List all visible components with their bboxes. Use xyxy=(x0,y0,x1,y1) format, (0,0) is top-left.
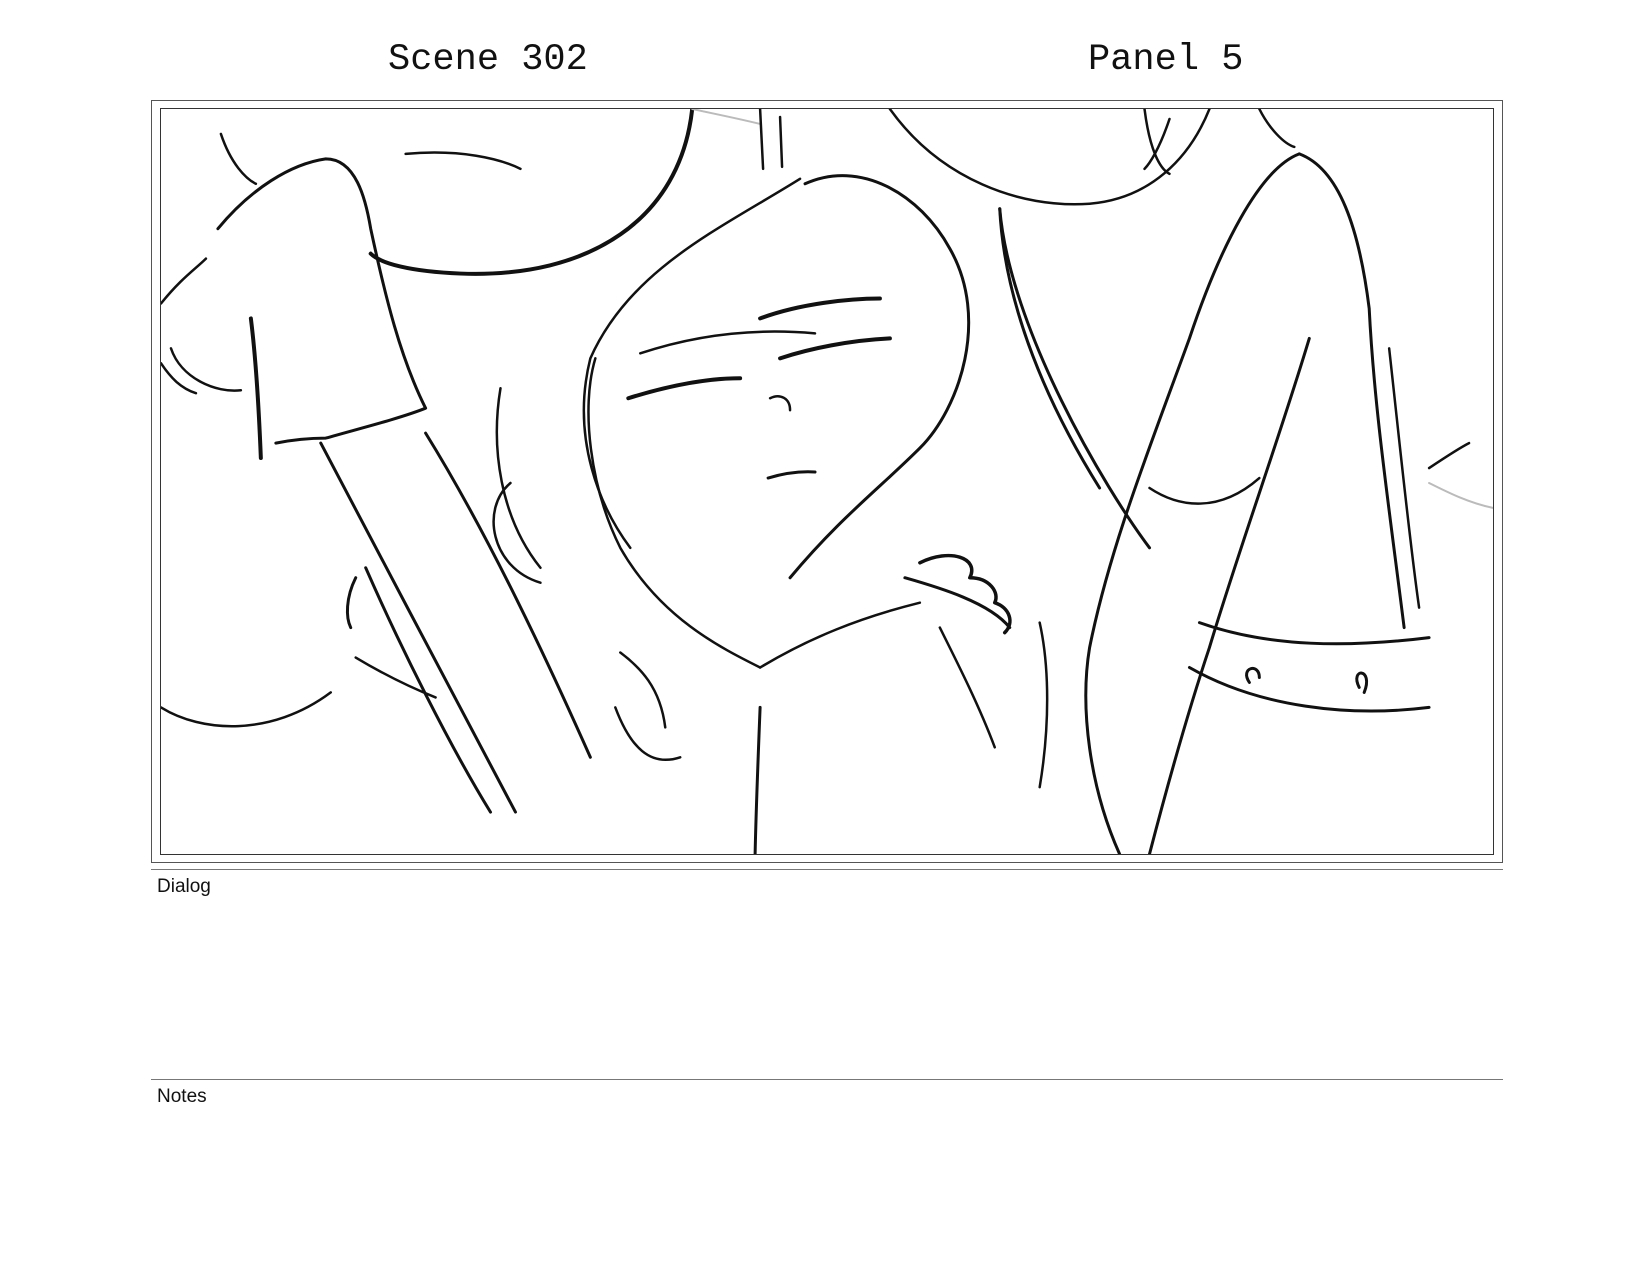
sketch-stroke xyxy=(424,431,592,759)
sketch-stroke xyxy=(1245,667,1261,684)
sketch-stroke xyxy=(169,347,243,392)
sketch-stroke xyxy=(1197,621,1431,646)
notes-label: Notes xyxy=(157,1086,207,1107)
sketch-stroke xyxy=(938,626,996,749)
sketch-stroke xyxy=(1387,347,1421,609)
sketch-stroke xyxy=(626,376,743,401)
sketch-stroke xyxy=(1148,476,1261,505)
sketch-stroke xyxy=(219,132,258,186)
sketch-stroke xyxy=(216,157,428,445)
sketch-stroke xyxy=(691,109,762,125)
sketch-stroke xyxy=(404,151,522,171)
sketch-stroke xyxy=(888,109,1211,206)
sketch-stroke xyxy=(758,601,922,669)
sketch-stroke xyxy=(758,296,882,321)
sketch-stroke xyxy=(1297,152,1406,630)
scene-title: Scene 302 xyxy=(388,39,588,81)
sketch-stroke xyxy=(1355,671,1368,694)
sketch-stroke xyxy=(619,651,667,729)
dialog-label: Dialog xyxy=(157,876,211,897)
sketch-stroke xyxy=(1428,481,1493,509)
sketch-stroke xyxy=(1427,441,1471,470)
sketch-stroke xyxy=(1187,666,1431,713)
sketch-stroke xyxy=(587,357,762,669)
sketch-stroke xyxy=(582,177,802,550)
sketch-stroke xyxy=(1258,109,1296,149)
notes-divider xyxy=(151,1079,1503,1080)
sketch-stroke xyxy=(495,387,542,570)
sketch-stroke xyxy=(161,257,208,305)
sketch-stroke xyxy=(364,566,493,814)
sketch-stroke xyxy=(758,109,765,171)
sketch-stroke xyxy=(918,553,1012,635)
sketch-stroke xyxy=(778,336,892,361)
sketch-stroke xyxy=(368,109,695,276)
sketch-stroke xyxy=(766,470,817,480)
sketch-stroke xyxy=(345,576,358,630)
dialog-divider xyxy=(151,869,1503,870)
sketch-stroke xyxy=(788,174,971,580)
sketch-stroke xyxy=(778,115,784,169)
sketch-stroke xyxy=(998,207,1152,550)
sketch-stroke xyxy=(161,691,332,728)
sketch-stroke xyxy=(248,316,263,461)
sketch-stroke xyxy=(768,395,792,412)
sketch-stroke xyxy=(161,362,198,395)
sketch-stroke xyxy=(1148,336,1311,854)
sketch-stroke xyxy=(639,330,817,355)
storyboard-sketch xyxy=(161,109,1493,854)
sketch-stroke xyxy=(753,705,762,854)
sketch-stroke xyxy=(1038,621,1049,789)
sketch-stroke xyxy=(614,706,682,762)
panel-title: Panel 5 xyxy=(1088,39,1244,81)
storyboard-panel xyxy=(160,108,1494,855)
